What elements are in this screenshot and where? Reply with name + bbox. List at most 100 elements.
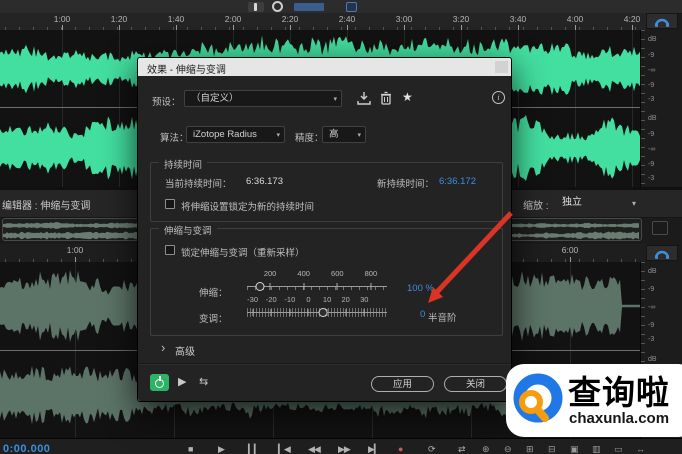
stretch-label: 伸缩： [199,288,228,299]
overview-tool-icon [652,221,668,235]
slider-tick-label: -20 [265,295,277,304]
fast-forward-icon[interactable]: ▶▶ [338,444,351,454]
slider-minor-ticks [247,287,387,290]
stretch-pitch-group: 伸缩与变调 锁定伸缩与变调（重新采样） 伸缩： 200 400 600 800 100… [150,223,503,336]
slider-tick [252,309,254,316]
current-duration-value: 6:36.173 [246,176,283,187]
slider-tick-label: 400 [297,269,310,278]
stretch-pitch-group-title: 伸缩与变调 [159,223,217,237]
slider-tick-label: 200 [263,269,277,278]
zoom-out-horizontal-icon[interactable]: ⊟ [548,444,556,454]
new-duration-label: 新持续时间： [377,179,435,190]
stretch-value[interactable]: 100 % [407,283,434,294]
pitch-slider[interactable]: -30 -20 -10 0 10 20 30 [247,295,387,325]
lock-stretch-pitch-checkbox[interactable] [165,245,175,255]
db-label: dB [648,356,657,363]
slider-tick [270,309,272,316]
toolbar-remnant-time-value [294,3,324,11]
shuttle-icon[interactable]: ⇄ [458,444,465,454]
chevron-right-icon: › [161,340,166,355]
zoom-in-icon[interactable]: ⊕ [482,444,490,454]
editor-panel-title: 编辑器 : 伸缩与变调 [2,201,91,212]
ruler-label: 2:20 [281,14,299,24]
slider-tick [289,309,291,316]
time-display[interactable]: 0:00.000 [3,443,50,454]
save-preset-icon[interactable] [356,90,372,106]
lock-duration-checkbox[interactable] [165,199,175,209]
algorithm-label: 算法： [160,133,189,144]
zoom-out-vertical-icon[interactable]: ▭ [614,444,623,454]
rewind-icon[interactable]: ◀◀ [308,444,321,454]
db-label: dB [648,36,657,43]
pause-icon[interactable]: ▎▎ [248,444,261,454]
preset-value: （自定义） [191,93,239,104]
top-ruler[interactable]: 1:00 1:20 1:40 2:00 2:20 2:40 3:00 3:20 3:40 4:00… [0,13,646,31]
zoom-mode-label: 缩放 : [523,201,549,212]
dialog-titlebar[interactable]: 效果 - 伸缩与变调 [138,58,511,76]
monitor-button-lower[interactable] [646,245,678,261]
watermark-title: 查询啦 [568,374,670,411]
pitch-value[interactable]: 0 [420,309,425,320]
zoom-in-vertical-icon[interactable]: ▥ [592,444,601,454]
duration-group-title: 持续时间 [159,157,208,171]
info-icon[interactable]: i [492,91,505,104]
delete-preset-icon[interactable] [378,90,394,106]
zoom-out-icon[interactable]: ⊖ [504,444,512,454]
db-label: -3 [648,175,655,182]
zoom-full-icon[interactable]: ↔ [636,444,645,454]
ruler-label: 1:00 [66,245,84,255]
slider-tick [336,283,338,290]
stop-icon[interactable]: ■ [188,444,194,454]
duration-group: 持续时间 当前持续时间： 6:36.173 新持续时间： 6:36.172 将伸… [150,157,503,222]
close-icon[interactable] [495,61,508,73]
chevron-down-icon: ▾ [631,199,636,208]
preset-dropdown[interactable]: （自定义） ▾ [184,90,342,107]
skip-to-start-icon[interactable]: ▎◀ [278,444,291,454]
slider-tick-label: -10 [284,295,296,304]
power-icon-stem [159,376,161,381]
dialog-footer-divider [138,363,511,365]
db-ruler-top: dB -9 -∞ -9 -3 dB -9 -∞ -9 -3 [640,30,682,187]
db-label: -∞ [648,304,656,311]
slider-tick [363,309,365,316]
preview-play-icon[interactable]: ▶ [178,375,186,389]
slider-tick-label: 0 [306,295,311,304]
zoom-selection-icon[interactable]: ▣ [570,444,579,454]
audition-workspace: 1:00 1:20 1:40 2:00 2:20 2:40 3:00 3:20 3:40 4:00… [0,0,682,454]
apply-button[interactable]: 应用 [371,376,434,392]
advanced-section-toggle[interactable]: › 高级 [138,340,511,358]
db-label: dB [648,115,657,122]
db-label: -9 [648,286,655,293]
dialog-title: 效果 - 伸缩与变调 [147,65,226,76]
monitor-button-top[interactable] [646,13,678,29]
stretch-slider-knob[interactable] [255,282,265,291]
pitch-label: 变调： [199,314,228,325]
zoom-mode-value: 独立 [562,197,582,208]
new-duration-value[interactable]: 6:36.172 [439,176,476,187]
db-label: -3 [648,336,655,343]
zoom-in-horizontal-icon[interactable]: ⊞ [526,444,534,454]
precision-dropdown[interactable]: 高 ▾ [322,126,366,143]
zoom-mode-dropdown[interactable]: 独立 ▾ [556,194,642,212]
record-icon[interactable]: ● [398,444,404,454]
effect-power-toggle[interactable] [150,374,169,391]
ruler-label: 1:40 [167,14,185,24]
play-icon[interactable]: ▶ [218,444,225,454]
precision-value: 高 [329,129,339,140]
slider-tick [345,309,347,316]
slider-tick-label: 800 [364,269,378,278]
favorite-star-icon[interactable]: ★ [402,90,413,104]
preview-loop-icon[interactable]: ⇆ [199,375,208,389]
watermark: 查询啦 chaxunla.com [506,364,682,437]
slider-tick-label: -30 [247,295,259,304]
algorithm-dropdown[interactable]: iZotope Radius ▾ [186,126,285,143]
close-button[interactable]: 关闭 [444,376,507,392]
watermark-url: chaxunla.com [569,410,670,427]
db-label: -∞ [648,146,656,153]
db-label: -9 [648,52,655,59]
toolbar-remnant-clock-icon [272,1,283,12]
skip-to-end-icon[interactable]: ▶▎ [368,444,381,454]
magnifier-logo-icon [513,373,563,423]
transport-bar: 0:00.000 ■ ▶ ▎▎ ▎◀ ◀◀ ▶▶ ▶▎ ● ⟳ ⇄ ⊕ ⊖ ⊞ ⊟ ▣ ▥ ▭ ↔ [0,438,682,454]
loop-icon[interactable]: ⟳ [428,444,435,454]
